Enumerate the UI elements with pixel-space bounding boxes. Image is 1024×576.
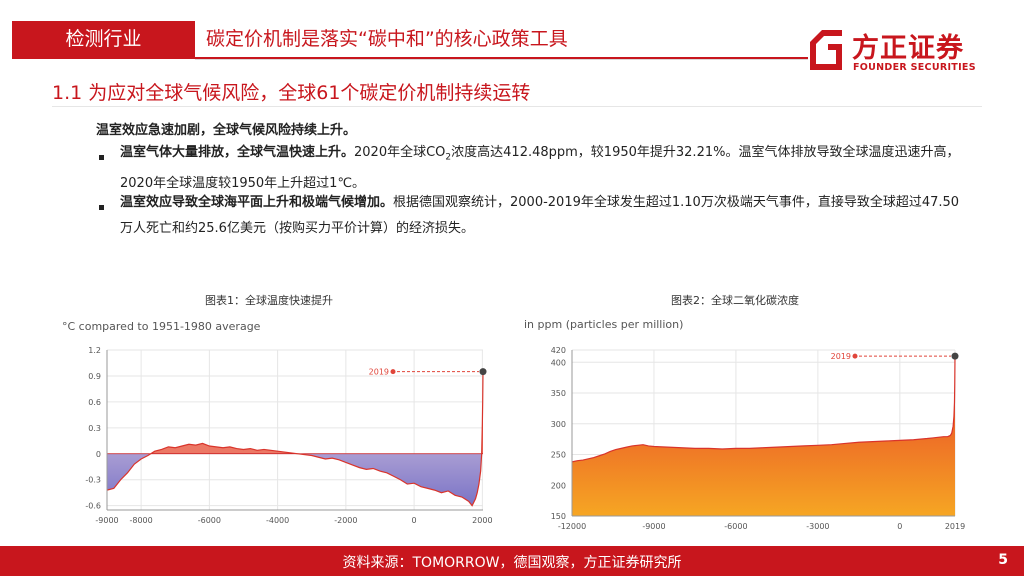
x-tick-label: 2000 bbox=[472, 516, 492, 525]
y-tick-label: 0.3 bbox=[88, 424, 101, 433]
chart-2-caption: 图表2：全球二氧化碳浓度 bbox=[671, 294, 799, 307]
section-tab: 检测行业 bbox=[12, 21, 195, 57]
x-tick-label: 2019 bbox=[945, 522, 965, 531]
y-tick-label: -0.3 bbox=[85, 476, 101, 485]
area-fill bbox=[572, 356, 955, 516]
x-tick-label: -9000 bbox=[642, 522, 665, 531]
logo-text-en: FOUNDER SECURITIES bbox=[853, 62, 976, 73]
x-tick-label: -9000 bbox=[95, 516, 118, 525]
annotation-dot bbox=[852, 353, 858, 359]
bullet-marker bbox=[99, 205, 104, 210]
annotation-label: 2019 bbox=[369, 368, 389, 377]
x-tick-label: -8000 bbox=[129, 516, 152, 525]
y-tick-label: 150 bbox=[551, 512, 566, 521]
endpoint-marker bbox=[479, 368, 487, 376]
chart-2-ylabel: in ppm (particles per million) bbox=[524, 318, 684, 331]
bullet-paragraph-1: 温室气体大量排放，全球气温快速上升。2020年全球CO2浓度高达412.48pp… bbox=[120, 140, 965, 197]
x-tick-label: -6000 bbox=[198, 516, 221, 525]
x-tick-label: -2000 bbox=[334, 516, 357, 525]
bullet-1-pre: 2020年全球CO bbox=[354, 145, 446, 160]
y-tick-label: 1.2 bbox=[88, 346, 101, 355]
x-tick-label: -6000 bbox=[724, 522, 747, 531]
y-tick-label: 300 bbox=[551, 420, 566, 429]
bullet-paragraph-2: 温室效应导致全球海平面上升和极端气候增加。根据德国观察统计，2000-2019年… bbox=[120, 190, 965, 242]
y-tick-label: 0 bbox=[96, 450, 101, 459]
x-tick-label: -12000 bbox=[558, 522, 586, 531]
y-tick-label: 0.6 bbox=[88, 398, 101, 407]
section-title: 1.1 为应对全球气候风险，全球61个碳定价机制持续运转 bbox=[52, 82, 531, 104]
logo-text-cn: 方正证券 bbox=[852, 33, 964, 64]
page-title: 碳定价机制是落实“碳中和”的核心政策工具 bbox=[206, 28, 568, 50]
y-tick-label: 420 bbox=[551, 346, 566, 355]
annotation-dot bbox=[390, 369, 396, 375]
x-tick-label: -3000 bbox=[806, 522, 829, 531]
footer-source: 资料来源：TOMORROW，德国观察，方正证券研究所 bbox=[342, 555, 682, 571]
y-tick-label: -0.6 bbox=[85, 502, 101, 511]
annotation-label: 2019 bbox=[831, 352, 851, 361]
header-divider-gray bbox=[195, 59, 808, 60]
x-tick-label: 0 bbox=[412, 516, 417, 525]
y-tick-label: 250 bbox=[551, 451, 566, 460]
x-tick-label: -4000 bbox=[266, 516, 289, 525]
y-tick-label: 200 bbox=[551, 481, 566, 490]
founder-logo-icon bbox=[810, 30, 842, 70]
bullet-1-bold: 温室气体大量排放，全球气温快速上升。 bbox=[120, 145, 355, 160]
chart-1-caption: 图表1：全球温度快速提升 bbox=[205, 294, 333, 307]
section-divider bbox=[52, 106, 982, 107]
y-tick-label: 350 bbox=[551, 389, 566, 398]
page-number: 5 bbox=[998, 552, 1008, 568]
endpoint-marker bbox=[951, 352, 959, 360]
lead-paragraph: 温室效应急速加剧，全球气候风险持续上升。 bbox=[96, 123, 357, 138]
chart-1-temperature: 1.2 0.9 0.6 0.3 0 -0.3 -0.6 -9000 -8000 -6000 -400… bbox=[85, 346, 492, 525]
x-tick-label: 0 bbox=[897, 522, 902, 531]
area-negative bbox=[107, 453, 483, 506]
chart-2-co2: 420 400 350 300 250 200 150-12000 -9000 -6000 -30… bbox=[551, 346, 965, 531]
company-logo: 方正证券 FOUNDER SECURITIES bbox=[806, 26, 1006, 76]
bullet-marker bbox=[99, 155, 104, 160]
y-tick-label: 0.9 bbox=[88, 372, 101, 381]
chart-1-ylabel: °C compared to 1951-1980 average bbox=[62, 320, 261, 333]
y-tick-label: 400 bbox=[551, 358, 566, 367]
bullet-2-bold: 温室效应导致全球海平面上升和极端气候增加。 bbox=[120, 195, 394, 210]
